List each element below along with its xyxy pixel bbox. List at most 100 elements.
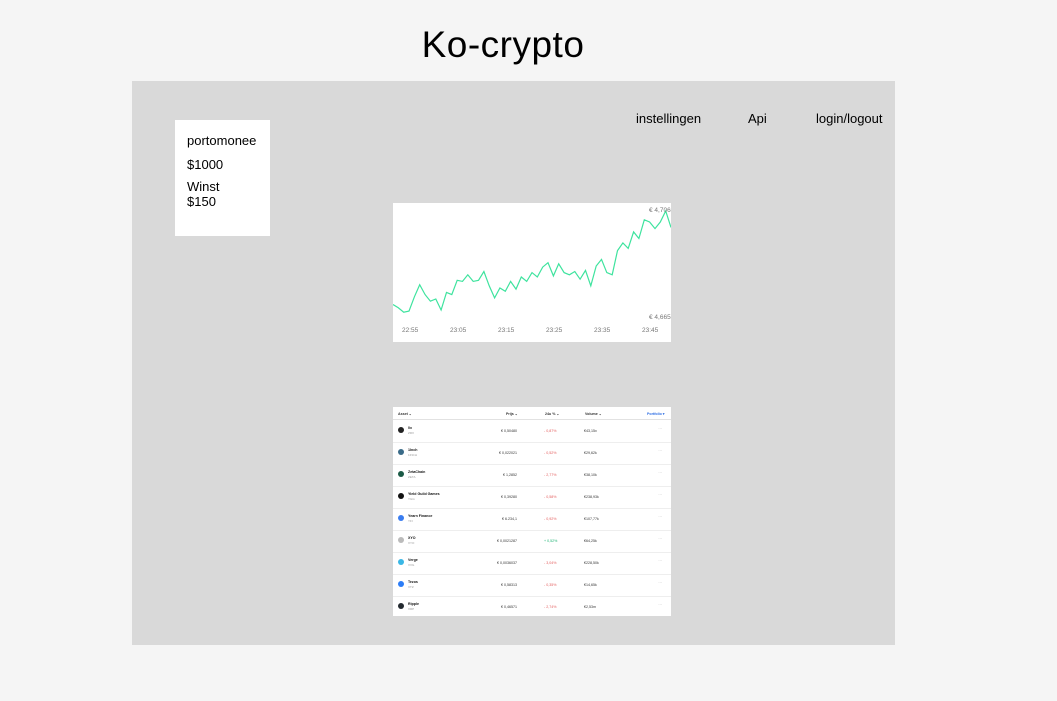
asset-price: € 6.234,1 bbox=[502, 516, 517, 521]
table-row[interactable]: 0x ZRX € 0,50480 - 0,87% €43,15x ⋯ bbox=[393, 420, 671, 443]
asset-price: € 0,0036037 bbox=[497, 560, 517, 565]
asset-symbol: XVG bbox=[408, 563, 415, 567]
x-tick-label: 23:05 bbox=[450, 327, 467, 334]
asset-change: - 0,87% bbox=[544, 428, 557, 433]
x-tick-label: 23:25 bbox=[546, 327, 563, 334]
wallet-balance: $1000 bbox=[187, 157, 224, 172]
row-more-icon[interactable]: ⋯ bbox=[658, 515, 662, 519]
coin-icon bbox=[398, 449, 404, 455]
asset-symbol: YFI bbox=[408, 519, 413, 523]
asset-price: € 0,39280 bbox=[501, 494, 517, 499]
asset-name: 1Inch bbox=[408, 448, 418, 452]
asset-change: - 0,58% bbox=[544, 494, 557, 499]
header-change[interactable]: 24u % ⌄ bbox=[545, 412, 559, 416]
dashboard-panel: instellingen Api login/logout portomonee… bbox=[132, 81, 895, 645]
table-row[interactable]: Verge XVG € 0,0036037 - 3,04% €228,50k ⋯ bbox=[393, 552, 671, 575]
asset-change: - 0,52% bbox=[544, 450, 557, 455]
price-chart: 22:55 23:05 23:15 23:25 23:35 23:45 € 4,7063 € … bbox=[393, 203, 671, 342]
wallet-profit-value: $150 bbox=[187, 194, 216, 209]
asset-volume: €43,15x bbox=[584, 428, 597, 433]
asset-symbol: YGG bbox=[408, 497, 415, 501]
coin-icon bbox=[398, 603, 404, 609]
asset-name: XYO bbox=[408, 536, 416, 540]
table-row[interactable]: XYO XYO € 0,0021287 + 0,52% €64,25k ⋯ bbox=[393, 530, 671, 553]
coin-icon bbox=[398, 581, 404, 587]
asset-volume: €38,10k bbox=[584, 472, 597, 477]
asset-price: € 0,46571 bbox=[501, 604, 517, 609]
row-more-icon[interactable]: ⋯ bbox=[658, 603, 662, 607]
asset-change: - 0,92% bbox=[544, 516, 557, 521]
asset-price: € 0,0021287 bbox=[497, 538, 517, 543]
header-volume[interactable]: Volume ⌄ bbox=[585, 412, 602, 416]
table-row[interactable]: Yield Guild Games YGG € 0,39280 - 0,58% €238… bbox=[393, 486, 671, 509]
coin-icon bbox=[398, 515, 404, 521]
y-min-label: € 4,6652 bbox=[649, 314, 671, 321]
asset-price: € 0,022021 bbox=[499, 450, 517, 455]
asset-price: € 0,58313 bbox=[501, 582, 517, 587]
asset-volume: €238,93k bbox=[584, 494, 599, 499]
app-title: Ko-crypto bbox=[421, 24, 585, 65]
coin-icon bbox=[398, 471, 404, 477]
row-more-icon[interactable]: ⋯ bbox=[658, 449, 662, 453]
wallet-profit-label: Winst bbox=[187, 179, 220, 194]
y-max-label: € 4,7063 bbox=[649, 207, 671, 214]
asset-symbol: ZRX bbox=[408, 431, 414, 435]
header-price[interactable]: Prijs ⌄ bbox=[506, 412, 518, 416]
asset-change: - 0,35% bbox=[544, 582, 557, 587]
asset-price: € 0,50480 bbox=[501, 428, 517, 433]
wallet-card: portomonee $1000 Winst $150 bbox=[175, 120, 270, 236]
row-more-icon[interactable]: ⋯ bbox=[658, 471, 662, 475]
table-row[interactable]: Yearn Finance YFI € 6.234,1 - 0,92% €107,77k… bbox=[393, 508, 671, 531]
asset-symbol: XYO bbox=[408, 541, 415, 545]
asset-symbol: XRP bbox=[408, 607, 415, 611]
table-header: Asset ⌄ Prijs ⌄ 24u % ⌄ Volume ⌄ Portfol… bbox=[393, 410, 671, 420]
coin-icon bbox=[398, 493, 404, 499]
row-more-icon[interactable]: ⋯ bbox=[658, 427, 662, 431]
asset-name: Yield Guild Games bbox=[408, 492, 440, 496]
asset-symbol: 1INCH bbox=[408, 453, 418, 457]
table-row[interactable]: Ripple XRP € 0,46571 - 2,74% €2,53m ⋯ bbox=[393, 596, 671, 616]
nav-settings-link[interactable]: instellingen bbox=[636, 111, 701, 126]
x-tick-label: 22:55 bbox=[402, 327, 419, 334]
coin-icon bbox=[398, 427, 404, 433]
price-line bbox=[393, 209, 671, 313]
table-row[interactable]: Tezos XTZ € 0,58313 - 0,35% €14,65k ⋯ bbox=[393, 574, 671, 597]
asset-symbol: XTZ bbox=[408, 585, 414, 589]
asset-name: 0x bbox=[408, 426, 412, 430]
asset-price: € 1,2852 bbox=[503, 472, 517, 477]
coin-icon bbox=[398, 537, 404, 543]
nav-login-logout-link[interactable]: login/logout bbox=[816, 111, 883, 126]
asset-volume: €2,53m bbox=[584, 604, 596, 609]
row-more-icon[interactable]: ⋯ bbox=[658, 559, 662, 563]
x-tick-label: 23:45 bbox=[642, 327, 659, 334]
row-more-icon[interactable]: ⋯ bbox=[658, 537, 662, 541]
asset-change: - 2,77% bbox=[544, 472, 557, 477]
nav-api-link[interactable]: Api bbox=[748, 111, 767, 126]
asset-volume: €228,50k bbox=[584, 560, 599, 565]
table-row[interactable]: ZetaChain ZETA € 1,2852 - 2,77% €38,10k ⋯ bbox=[393, 464, 671, 487]
x-tick-label: 23:35 bbox=[594, 327, 611, 334]
x-tick-label: 23:15 bbox=[498, 327, 515, 334]
coin-icon bbox=[398, 559, 404, 565]
asset-name: ZetaChain bbox=[408, 470, 426, 474]
table-row[interactable]: 1Inch 1INCH € 0,022021 - 0,52% €29,62k ⋯ bbox=[393, 442, 671, 465]
asset-symbol: ZETA bbox=[408, 475, 416, 479]
row-more-icon[interactable]: ⋯ bbox=[658, 581, 662, 585]
header-asset[interactable]: Asset ⌄ bbox=[398, 412, 412, 416]
asset-volume: €29,62k bbox=[584, 450, 597, 455]
asset-volume: €14,65k bbox=[584, 582, 597, 587]
asset-volume: €64,25k bbox=[584, 538, 597, 543]
header-portfolio[interactable]: Portfolio ▾ bbox=[647, 412, 665, 416]
asset-change: - 2,74% bbox=[544, 604, 557, 609]
asset-change: - 3,04% bbox=[544, 560, 557, 565]
asset-name: Tezos bbox=[408, 580, 418, 584]
asset-name: Ripple bbox=[408, 602, 419, 606]
asset-volume: €107,77k bbox=[584, 516, 599, 521]
wallet-title: portomonee bbox=[187, 133, 257, 148]
row-more-icon[interactable]: ⋯ bbox=[658, 493, 662, 497]
asset-name: Yearn Finance bbox=[408, 514, 433, 518]
asset-name: Verge bbox=[408, 558, 418, 562]
asset-table: Asset ⌄ Prijs ⌄ 24u % ⌄ Volume ⌄ Portfol… bbox=[393, 407, 671, 616]
price-chart-svg: 22:55 23:05 23:15 23:25 23:35 23:45 € 4,7063 € … bbox=[393, 207, 671, 334]
asset-change: + 0,52% bbox=[544, 538, 558, 543]
